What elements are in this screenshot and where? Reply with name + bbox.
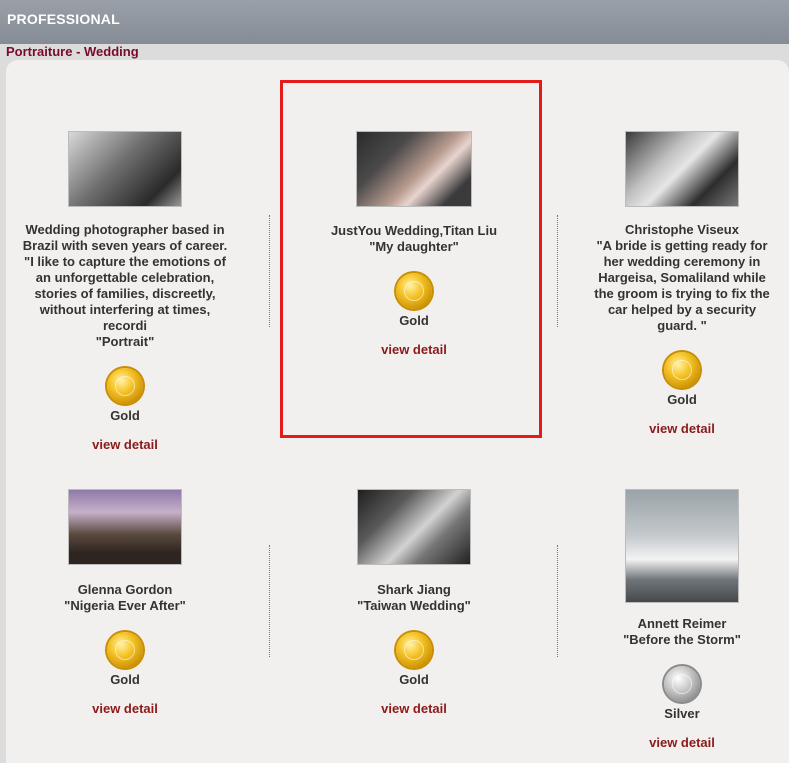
column-divider (557, 545, 558, 657)
view-detail-link[interactable]: view detail (649, 421, 715, 436)
view-detail-link[interactable]: view detail (649, 735, 715, 750)
category-label: Portraiture - Wedding (6, 44, 139, 59)
entry-card: Glenna Gordon "Nigeria Ever After" Gold … (0, 490, 250, 718)
gold-medal-icon (664, 352, 700, 388)
entry-photo[interactable] (626, 490, 738, 602)
section-title: PROFESSIONAL (7, 11, 120, 27)
section-header: PROFESSIONAL (0, 0, 789, 44)
entry-caption: Shark Jiang "Taiwan Wedding" (357, 582, 471, 613)
column-divider (557, 215, 558, 327)
entry-photo[interactable] (69, 132, 181, 206)
column-divider (269, 545, 270, 657)
entry-caption: Christophe Viseux "A bride is getting re… (594, 222, 770, 333)
entry-caption: Annett Reimer "Before the Storm" (623, 616, 741, 647)
view-detail-link[interactable]: view detail (92, 437, 158, 452)
entry-card: Christophe Viseux "A bride is getting re… (557, 132, 789, 438)
entry-card: Annett Reimer "Before the Storm" Silver … (557, 490, 789, 752)
entry-caption: Glenna Gordon "Nigeria Ever After" (64, 582, 186, 613)
gold-medal-icon (107, 632, 143, 668)
gold-medal-icon (396, 632, 432, 668)
gold-medal-icon (107, 368, 143, 404)
view-detail-link[interactable]: view detail (92, 701, 158, 716)
award-label: Gold (110, 408, 140, 423)
award-label: Gold (110, 672, 140, 687)
entry-photo[interactable] (626, 132, 738, 206)
award-label: Silver (664, 706, 700, 721)
entry-caption: Wedding photographer based in Brazil wit… (22, 222, 228, 349)
award-label: Gold (667, 392, 697, 407)
entry-photo[interactable] (358, 490, 470, 564)
view-detail-link[interactable]: view detail (381, 701, 447, 716)
award-label: Gold (399, 672, 429, 687)
selection-highlight-box (280, 80, 542, 438)
entry-card: Shark Jiang "Taiwan Wedding" Gold view d… (289, 490, 539, 718)
entry-photo[interactable] (69, 490, 181, 564)
entry-card: Wedding photographer based in Brazil wit… (0, 132, 250, 454)
silver-medal-icon (664, 666, 700, 702)
column-divider (269, 215, 270, 327)
